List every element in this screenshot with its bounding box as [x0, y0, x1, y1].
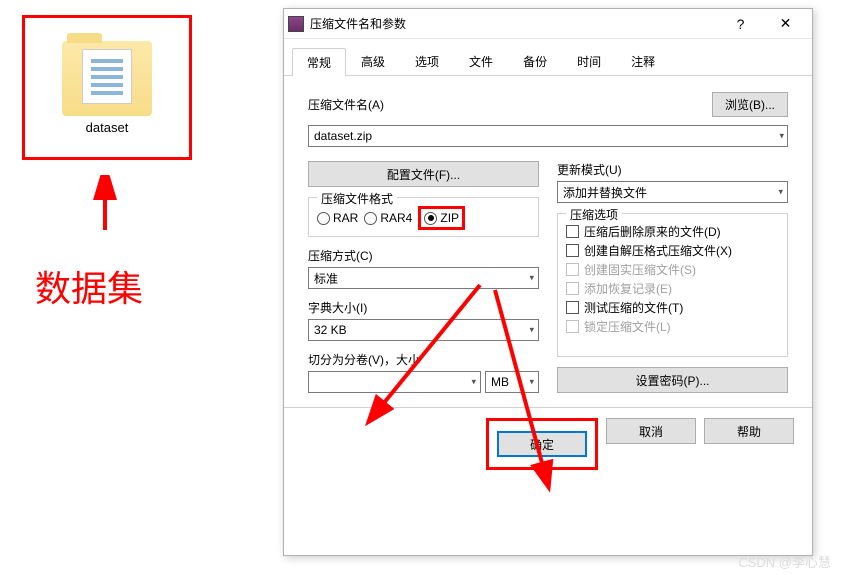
ok-highlight: 确定 [486, 418, 598, 470]
radio-rar[interactable]: RAR [317, 206, 358, 230]
update-mode-select[interactable]: 添加并替换文件 ▾ [557, 181, 788, 203]
tab-general[interactable]: 常规 [292, 48, 346, 76]
volume-unit-select[interactable]: MB ▾ [485, 371, 539, 393]
tab-comment[interactable]: 注释 [616, 47, 670, 75]
opt-lock: 锁定压缩文件(L) [566, 317, 779, 336]
chevron-down-icon: ▾ [778, 187, 783, 198]
volume-label: 切分为分卷(V)，大小 [308, 351, 539, 368]
dialog-title: 压缩文件名和参数 [310, 15, 718, 32]
update-mode-label: 更新模式(U) [557, 161, 788, 178]
method-label: 压缩方式(C) [308, 247, 539, 264]
winrar-icon [288, 16, 304, 32]
dialog-footer: 确定 取消 帮助 [284, 407, 812, 484]
volume-input[interactable]: ▾ [308, 371, 481, 393]
radio-rar4[interactable]: RAR4 [364, 206, 412, 230]
radio-zip[interactable]: ZIP [424, 211, 459, 225]
dataset-folder-highlight: dataset [22, 15, 192, 160]
opt-test[interactable]: 测试压缩的文件(T) [566, 298, 779, 317]
opt-sfx[interactable]: 创建自解压格式压缩文件(X) [566, 241, 779, 260]
dataset-annotation-label: 数据集 [35, 260, 143, 312]
cancel-button[interactable]: 取消 [606, 418, 696, 444]
archive-dialog: 压缩文件名和参数 ? ✕ 常规 高级 选项 文件 备份 时间 注释 压缩文件名(… [283, 8, 813, 556]
opt-recovery: 添加恢复记录(E) [566, 279, 779, 298]
archive-name-input[interactable] [308, 125, 788, 147]
chevron-down-icon: ▾ [529, 325, 534, 336]
password-button[interactable]: 设置密码(P)... [557, 367, 788, 393]
tab-options[interactable]: 选项 [400, 47, 454, 75]
tab-files[interactable]: 文件 [454, 47, 508, 75]
watermark: CSDN @李心慧 [738, 552, 831, 571]
format-legend: 压缩文件格式 [317, 190, 397, 207]
titlebar: 压缩文件名和参数 ? ✕ [284, 9, 812, 39]
zip-highlight: ZIP [418, 206, 465, 230]
chevron-down-icon: ▾ [529, 377, 534, 388]
archive-name-label: 压缩文件名(A) [308, 96, 384, 113]
format-fieldset: 压缩文件格式 RAR RAR4 ZIP [308, 197, 539, 237]
chevron-down-icon: ▾ [529, 273, 534, 284]
tab-backup[interactable]: 备份 [508, 47, 562, 75]
tab-advanced[interactable]: 高级 [346, 47, 400, 75]
method-select[interactable]: 标准 ▾ [308, 267, 539, 289]
tab-bar: 常规 高级 选项 文件 备份 时间 注释 [284, 39, 812, 76]
dict-select[interactable]: 32 KB ▾ [308, 319, 539, 341]
dict-label: 字典大小(I) [308, 299, 539, 316]
folder-icon[interactable] [62, 41, 152, 116]
browse-button[interactable]: 浏览(B)... [712, 92, 788, 117]
options-fieldset: 压缩选项 压缩后删除原来的文件(D) 创建自解压格式压缩文件(X) 创建固实压缩… [557, 213, 788, 357]
opt-delete-after[interactable]: 压缩后删除原来的文件(D) [566, 222, 779, 241]
options-legend: 压缩选项 [566, 206, 622, 223]
folder-label: dataset [86, 120, 129, 135]
profiles-button[interactable]: 配置文件(F)... [308, 161, 539, 187]
opt-solid: 创建固实压缩文件(S) [566, 260, 779, 279]
chevron-down-icon: ▾ [471, 377, 476, 388]
help-button[interactable]: ? [718, 10, 763, 38]
arrow-up-annotation [90, 175, 120, 238]
close-button[interactable]: ✕ [763, 10, 808, 38]
ok-button[interactable]: 确定 [497, 431, 587, 457]
help-footer-button[interactable]: 帮助 [704, 418, 794, 444]
tab-time[interactable]: 时间 [562, 47, 616, 75]
